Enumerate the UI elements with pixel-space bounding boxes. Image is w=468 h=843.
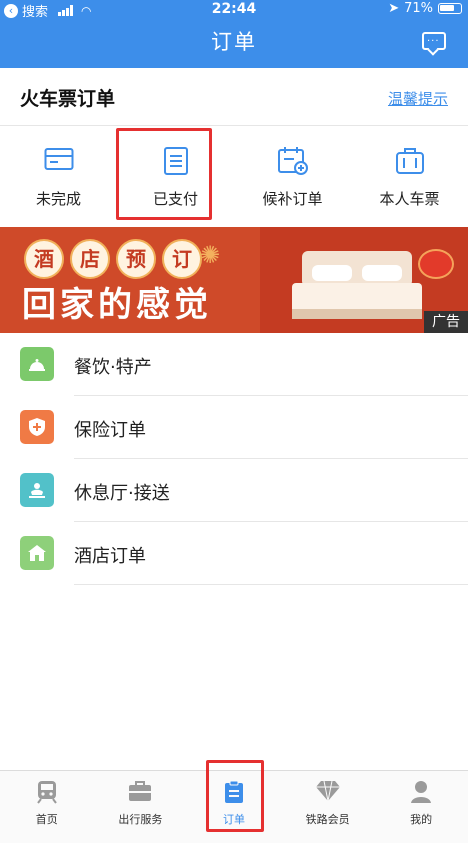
- list-item-lounge[interactable]: 休息厅·接送: [0, 459, 468, 522]
- hotel-ad-banner[interactable]: 酒 店 预 订 回家的感觉 ✺ 广告: [0, 227, 468, 333]
- battery-icon: [438, 3, 462, 14]
- order-quick-entries: 未完成 已支付 候补订单 本人车票: [0, 126, 468, 226]
- entry-label: 候补订单: [262, 190, 323, 208]
- bed-illustration: [292, 251, 422, 319]
- divider: [74, 584, 468, 585]
- battery-percent: 71%: [404, 1, 433, 16]
- entry-label: 未完成: [35, 190, 81, 208]
- banner-chip: 店: [70, 239, 110, 279]
- firework-icon: ✺: [200, 241, 221, 269]
- tab-label: 铁路会员: [305, 813, 350, 826]
- briefcase-icon: [129, 781, 152, 801]
- highlight-box-paid: [116, 128, 212, 220]
- list-item-hotel[interactable]: 酒店订单: [0, 522, 468, 585]
- list-item-insurance[interactable]: 保险订单: [0, 396, 468, 459]
- banner-chips: 酒 店 预 订: [24, 239, 202, 279]
- tab-mine[interactable]: 我的: [374, 771, 468, 843]
- waitlist-calendar-icon: [277, 147, 308, 175]
- tab-travel-service[interactable]: 出行服务: [94, 771, 188, 843]
- tab-label: 出行服务: [118, 813, 163, 826]
- list-item-label: 保险订单: [74, 420, 146, 441]
- location-icon: ➤: [388, 1, 400, 16]
- train-icon: [36, 781, 57, 804]
- ad-label: 广告: [424, 311, 468, 333]
- message-icon[interactable]: ···: [422, 32, 446, 50]
- card-icon: [44, 148, 73, 170]
- lantern-icon: [418, 249, 454, 279]
- page-title: 订单: [211, 30, 257, 54]
- tab-railway-member[interactable]: 铁路会员: [281, 771, 375, 843]
- banner-chip: 预: [116, 239, 156, 279]
- highlight-box-orders-tab: [206, 760, 264, 832]
- banner-chip: 订: [162, 239, 202, 279]
- status-right: ➤ 71%: [388, 1, 462, 16]
- entry-unfinished[interactable]: 未完成: [0, 126, 117, 226]
- tab-home[interactable]: 首页: [0, 771, 94, 843]
- bell-cloche-icon: [20, 347, 54, 381]
- section-title: 火车票订单: [20, 88, 116, 110]
- banner-chip: 酒: [24, 239, 64, 279]
- tips-link[interactable]: 温馨提示: [388, 88, 448, 109]
- service-list: 餐饮·特产 保险订单 休息厅·接送 酒店订单: [0, 333, 468, 585]
- entry-waitlist[interactable]: 候补订单: [234, 126, 351, 226]
- list-item-label: 休息厅·接送: [74, 483, 170, 504]
- list-item-label: 餐饮·特产: [74, 357, 152, 378]
- train-ticket-order-header: 火车票订单 温馨提示: [0, 68, 468, 126]
- lounge-icon: [20, 473, 54, 507]
- entry-my-tickets[interactable]: 本人车票: [351, 126, 468, 226]
- list-item-catering[interactable]: 餐饮·特产: [0, 333, 468, 396]
- top-bar: ‹ 搜索 ◠ 22:44 ➤ 71% 订单 ···: [0, 0, 468, 68]
- status-bar: ‹ 搜索 ◠ 22:44 ➤ 71%: [0, 0, 468, 20]
- list-item-label: 酒店订单: [74, 546, 146, 567]
- hotel-icon: [20, 536, 54, 570]
- suitcase-icon: [395, 148, 424, 174]
- tab-label: 首页: [35, 813, 58, 826]
- diamond-icon: [315, 780, 340, 802]
- entry-label: 本人车票: [379, 190, 440, 208]
- tab-label: 我的: [410, 813, 433, 826]
- person-icon: [411, 781, 432, 803]
- banner-slogan: 回家的感觉: [22, 285, 212, 325]
- shield-cross-icon: [20, 410, 54, 444]
